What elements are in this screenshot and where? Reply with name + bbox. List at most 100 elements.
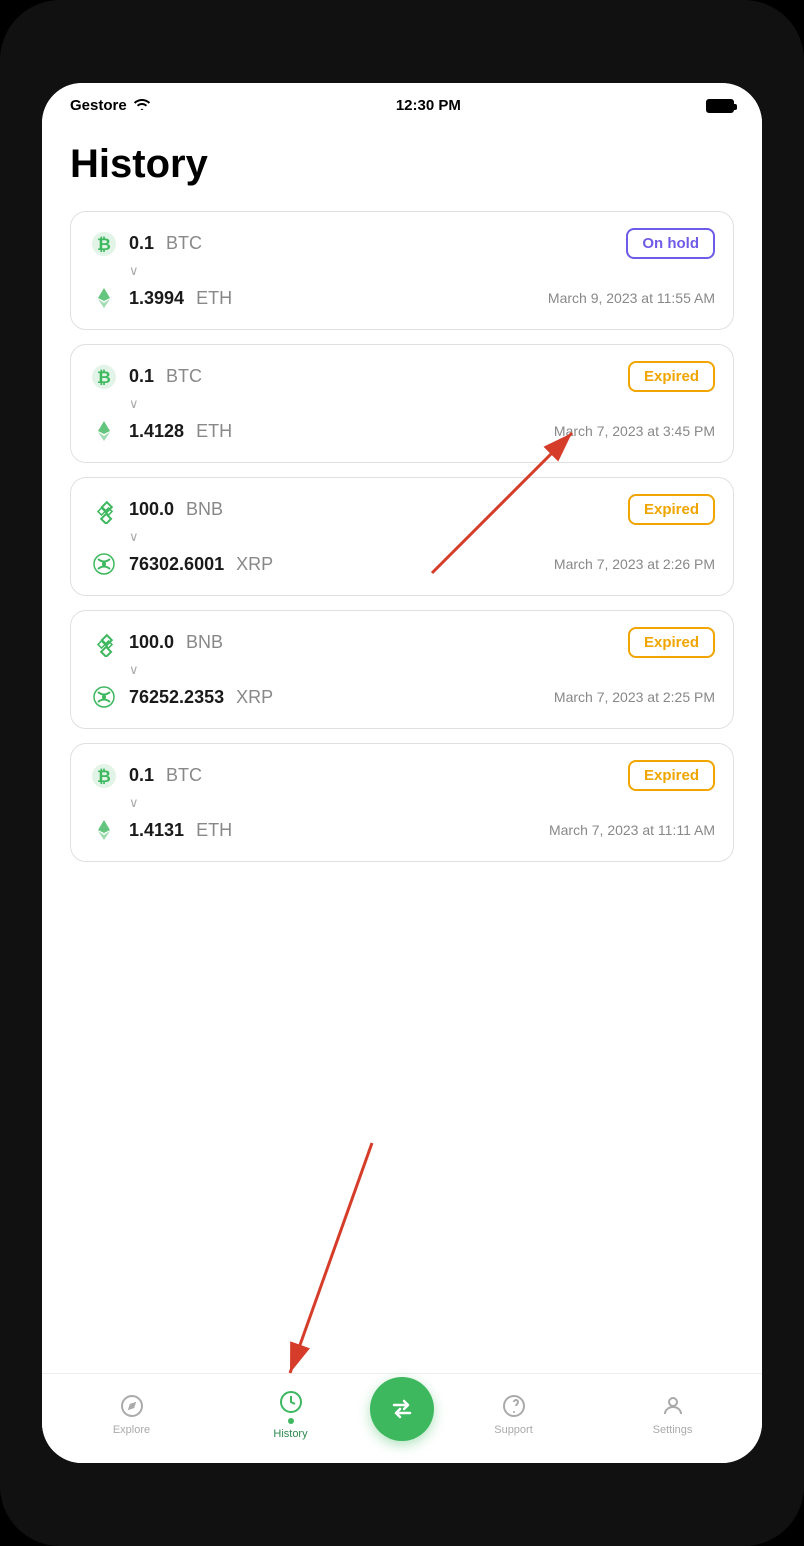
to-crypto: 1.3994 ETH <box>89 283 232 313</box>
to-amount: 76302.6001 <box>129 554 224 575</box>
swap-button[interactable] <box>370 1377 434 1441</box>
to-symbol: XRP <box>236 554 273 575</box>
explore-label: Explore <box>113 1424 150 1436</box>
to-crypto: 1.4128 ETH <box>89 416 232 446</box>
svg-text:₿: ₿ <box>97 767 111 786</box>
transaction-card[interactable]: 100.0 BNB Expired ∨ 76252.2353 XRP March… <box>70 610 734 729</box>
card-top-row: ₿ 0.1 BTC Expired <box>89 361 715 392</box>
history-label: History <box>273 1428 307 1440</box>
bnb-icon <box>89 495 119 525</box>
status-badge[interactable]: Expired <box>628 361 715 392</box>
nav-explore[interactable]: Explore <box>52 1392 211 1436</box>
from-amount: 0.1 <box>129 233 154 254</box>
from-crypto: ₿ 0.1 BTC <box>89 761 202 791</box>
to-crypto: 1.4131 ETH <box>89 815 232 845</box>
battery-indicator <box>706 99 734 113</box>
svg-text:₿: ₿ <box>97 368 111 387</box>
from-symbol: BNB <box>186 632 223 653</box>
support-label: Support <box>494 1424 533 1436</box>
card-top-row: 100.0 BNB Expired <box>89 494 715 525</box>
settings-person-icon <box>659 1392 687 1420</box>
transaction-date: March 7, 2023 at 2:26 PM <box>554 556 715 572</box>
wifi-icon <box>133 97 151 114</box>
status-badge[interactable]: Expired <box>628 627 715 658</box>
phone-screen: Gestore 12:30 PM History <box>42 83 762 1463</box>
to-amount: 76252.2353 <box>129 687 224 708</box>
card-bottom-row: 76252.2353 XRP March 7, 2023 at 2:25 PM <box>89 682 715 712</box>
swap-arrow: ∨ <box>129 662 715 678</box>
svg-text:₿: ₿ <box>97 235 111 254</box>
to-symbol: XRP <box>236 687 273 708</box>
transaction-card[interactable]: ₿ 0.1 BTC Expired ∨ 1.4128 ETH March 7, … <box>70 344 734 463</box>
nav-support[interactable]: Support <box>434 1392 593 1436</box>
battery-icon <box>706 99 734 113</box>
btc-icon: ₿ <box>89 229 119 259</box>
swap-icon <box>388 1395 416 1423</box>
support-icon <box>500 1392 528 1420</box>
from-amount: 0.1 <box>129 366 154 387</box>
transaction-date: March 7, 2023 at 3:45 PM <box>554 423 715 439</box>
btc-icon: ₿ <box>89 362 119 392</box>
xrp-icon <box>89 549 119 579</box>
nav-settings[interactable]: Settings <box>593 1392 752 1436</box>
transaction-date: March 7, 2023 at 11:11 AM <box>549 822 715 838</box>
swap-arrow: ∨ <box>129 795 715 811</box>
to-symbol: ETH <box>196 288 232 309</box>
to-symbol: ETH <box>196 421 232 442</box>
btc-icon: ₿ <box>89 761 119 791</box>
nav-history[interactable]: History <box>211 1388 370 1440</box>
from-symbol: BNB <box>186 499 223 520</box>
to-crypto: 76252.2353 XRP <box>89 682 273 712</box>
bottom-nav: Explore History <box>42 1373 762 1463</box>
swap-arrow: ∨ <box>129 529 715 545</box>
eth-icon <box>89 283 119 313</box>
status-time: 12:30 PM <box>396 97 461 114</box>
transaction-card[interactable]: ₿ 0.1 BTC Expired ∨ 1.4131 ETH March 7, … <box>70 743 734 862</box>
to-amount: 1.4131 <box>129 820 184 841</box>
page-title: History <box>70 142 734 187</box>
from-symbol: BTC <box>166 233 202 254</box>
status-badge[interactable]: On hold <box>626 228 715 259</box>
transaction-card[interactable]: ₿ 0.1 BTC On hold ∨ 1.3994 ETH March 9, … <box>70 211 734 330</box>
xrp-icon <box>89 682 119 712</box>
from-symbol: BTC <box>166 765 202 786</box>
phone-frame: Gestore 12:30 PM History <box>0 0 804 1546</box>
to-amount: 1.4128 <box>129 421 184 442</box>
card-top-row: ₿ 0.1 BTC On hold <box>89 228 715 259</box>
transaction-date: March 9, 2023 at 11:55 AM <box>548 290 715 306</box>
from-crypto: 100.0 BNB <box>89 628 223 658</box>
carrier-wifi: Gestore <box>70 97 151 114</box>
to-amount: 1.3994 <box>129 288 184 309</box>
transaction-card[interactable]: 100.0 BNB Expired ∨ 76302.6001 XRP March… <box>70 477 734 596</box>
history-clock-icon <box>277 1388 305 1416</box>
bnb-icon <box>89 628 119 658</box>
from-amount: 100.0 <box>129 632 174 653</box>
card-top-row: 100.0 BNB Expired <box>89 627 715 658</box>
card-bottom-row: 1.4128 ETH March 7, 2023 at 3:45 PM <box>89 416 715 446</box>
status-badge[interactable]: Expired <box>628 760 715 791</box>
card-bottom-row: 76302.6001 XRP March 7, 2023 at 2:26 PM <box>89 549 715 579</box>
swap-arrow: ∨ <box>129 263 715 279</box>
card-bottom-row: 1.3994 ETH March 9, 2023 at 11:55 AM <box>89 283 715 313</box>
to-symbol: ETH <box>196 820 232 841</box>
eth-icon <box>89 416 119 446</box>
status-badge[interactable]: Expired <box>628 494 715 525</box>
from-symbol: BTC <box>166 366 202 387</box>
eth-icon <box>89 815 119 845</box>
compass-icon <box>118 1392 146 1420</box>
active-indicator <box>288 1418 294 1424</box>
from-amount: 0.1 <box>129 765 154 786</box>
card-bottom-row: 1.4131 ETH March 7, 2023 at 11:11 AM <box>89 815 715 845</box>
card-top-row: ₿ 0.1 BTC Expired <box>89 760 715 791</box>
status-bar: Gestore 12:30 PM <box>42 83 762 122</box>
swap-arrow: ∨ <box>129 396 715 412</box>
from-crypto: ₿ 0.1 BTC <box>89 229 202 259</box>
from-amount: 100.0 <box>129 499 174 520</box>
transaction-date: March 7, 2023 at 2:25 PM <box>554 689 715 705</box>
settings-label: Settings <box>653 1424 693 1436</box>
to-crypto: 76302.6001 XRP <box>89 549 273 579</box>
from-crypto: ₿ 0.1 BTC <box>89 362 202 392</box>
content-area: History ₿ 0.1 BTC On hold ∨ 1.3994 ETH <box>42 122 762 1373</box>
transactions-list: ₿ 0.1 BTC On hold ∨ 1.3994 ETH March 9, … <box>70 211 734 862</box>
carrier-name: Gestore <box>70 97 127 114</box>
